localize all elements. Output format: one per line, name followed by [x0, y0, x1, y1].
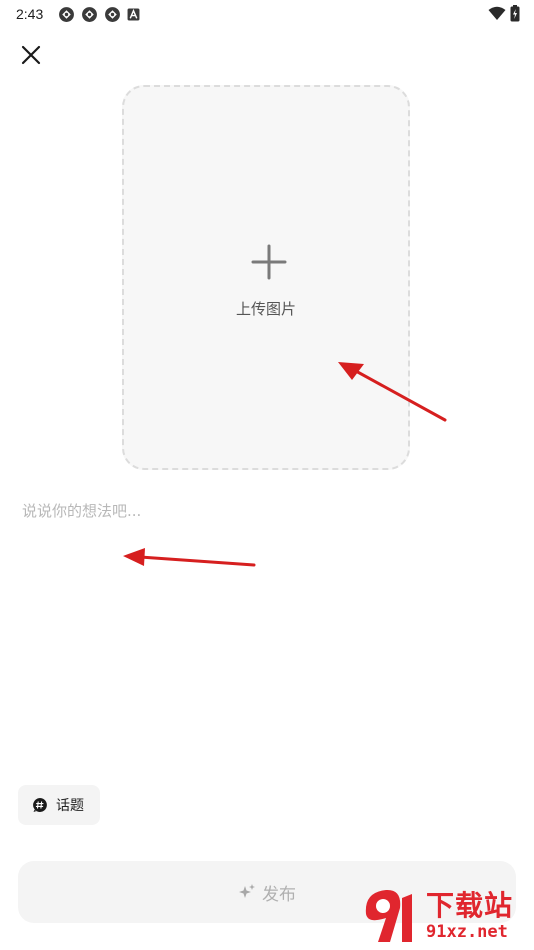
sparkle-icon [239, 884, 255, 898]
upload-image-label: 上传图片 [235, 300, 296, 318]
close-icon [21, 45, 41, 65]
post-text-input[interactable] [22, 500, 512, 740]
publish-label: 发布 [262, 884, 296, 905]
upload-image-area[interactable]: 上传图片 [122, 85, 410, 470]
watermark-logo [365, 889, 412, 942]
topic-button[interactable]: 话题 [18, 785, 100, 825]
topic-label: 话题 [56, 798, 84, 814]
watermark-title: 下载站 [426, 889, 514, 922]
watermark-url: 91xz.net [426, 922, 508, 942]
sync-icon [82, 7, 97, 22]
sync-icon [105, 7, 120, 22]
hashtag-icon [33, 798, 47, 812]
watermark: 下载站 91xz.net [360, 884, 532, 948]
wifi-icon [488, 6, 506, 20]
status-bar: 2:43 [0, 0, 534, 28]
notification-icons [58, 6, 140, 23]
close-button[interactable] [18, 42, 44, 68]
battery-icon [510, 5, 520, 22]
system-icons [488, 5, 520, 22]
app-a-icon [127, 8, 140, 21]
status-time: 2:43 [16, 6, 44, 22]
sync-icon [59, 7, 74, 22]
plus-icon [251, 244, 287, 280]
